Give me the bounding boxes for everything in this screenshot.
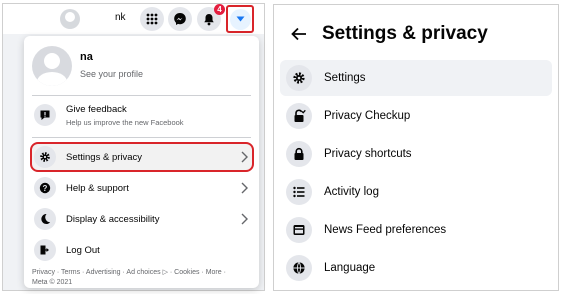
logout-icon — [40, 245, 49, 255]
chevron-right-icon — [241, 182, 248, 194]
menu-item-label: Log Out — [66, 244, 100, 256]
user-avatar[interactable] — [60, 9, 80, 29]
apps-grid-icon — [146, 13, 158, 25]
divider — [32, 95, 251, 96]
give-feedback-item[interactable]: Give feedback Help us improve the new Fa… — [30, 100, 254, 136]
account-dropdown: na See your profile Give feedback Help u… — [24, 36, 259, 288]
feedback-subtitle: Help us improve the new Facebook — [66, 118, 184, 127]
messenger-icon — [174, 13, 186, 25]
profile-name: na — [80, 51, 93, 63]
feedback-title: Give feedback — [66, 104, 127, 115]
notification-badge: 4 — [214, 4, 225, 15]
settings-item-language[interactable]: Language — [280, 250, 552, 286]
page-title: Settings & privacy — [322, 23, 488, 44]
chevron-right-icon — [241, 213, 248, 225]
menu-item-help-support[interactable]: ? Help & support — [30, 174, 254, 202]
settings-item-label: Language — [324, 262, 376, 274]
account-menu-screenshot: nk 4 na See your profile Give feedback H… — [2, 3, 265, 291]
menu-item-label: Settings & privacy — [66, 151, 143, 163]
profile-link[interactable]: na See your profile — [32, 42, 251, 94]
menu-grid-button[interactable] — [140, 7, 164, 31]
settings-item-privacy-checkup[interactable]: Privacy Checkup — [280, 98, 552, 134]
menu-item-log-out[interactable]: Log Out — [30, 236, 254, 264]
user-name[interactable]: nk — [115, 12, 126, 23]
feedback-icon-wrap — [34, 104, 56, 126]
settings-item-label: Settings — [324, 72, 366, 84]
settings-item-privacy-shortcuts[interactable]: Privacy shortcuts — [280, 136, 552, 172]
globe-icon — [293, 262, 305, 274]
settings-item-activity-log[interactable]: Activity log — [280, 174, 552, 210]
profile-subtitle: See your profile — [80, 69, 144, 79]
notifications-button[interactable]: 4 — [197, 4, 225, 31]
lock-icon — [294, 147, 304, 160]
settings-item-label: Activity log — [324, 186, 379, 198]
settings-item-label: News Feed preferences — [324, 224, 447, 236]
feed-icon — [293, 225, 305, 235]
settings-item-news-feed-preferences[interactable]: News Feed preferences — [280, 212, 552, 248]
footer-links: Privacy · Terms · Advertising · Ad choic… — [32, 268, 256, 288]
settings-item-settings[interactable]: Settings — [280, 60, 552, 96]
svg-text:?: ? — [43, 184, 48, 193]
feedback-icon — [40, 110, 50, 120]
menu-item-settings-privacy[interactable]: Settings & privacy — [30, 143, 254, 171]
profile-picture — [32, 46, 72, 86]
settings-item-label: Privacy shortcuts — [324, 148, 412, 160]
divider — [32, 137, 251, 138]
settings-privacy-panel: Settings & privacy Settings Privacy Chec… — [273, 4, 559, 291]
menu-item-label: Help & support — [66, 182, 129, 194]
menu-item-label: Display & accessibility — [66, 213, 160, 225]
copyright: Meta © 2021 — [32, 279, 73, 286]
top-navigation-bar: nk 4 — [3, 4, 264, 34]
panel-header: Settings & privacy — [290, 23, 488, 45]
list-icon — [293, 186, 305, 198]
messenger-button[interactable] — [168, 7, 192, 31]
menu-item-display-accessibility[interactable]: Display & accessibility — [30, 205, 254, 233]
settings-item-label: Privacy Checkup — [324, 110, 411, 122]
account-menu-button[interactable] — [226, 5, 254, 33]
question-icon: ? — [39, 182, 51, 194]
footer-links-line[interactable]: Privacy · Terms · Advertising · Ad choic… — [32, 268, 256, 278]
gear-icon — [40, 152, 50, 162]
chevron-right-icon — [241, 151, 248, 163]
gear-icon — [293, 72, 305, 84]
moon-icon — [41, 213, 51, 224]
caret-down-icon — [236, 16, 244, 22]
lock-check-icon — [294, 109, 306, 122]
bell-icon — [204, 13, 214, 25]
back-arrow-icon[interactable] — [290, 25, 308, 43]
